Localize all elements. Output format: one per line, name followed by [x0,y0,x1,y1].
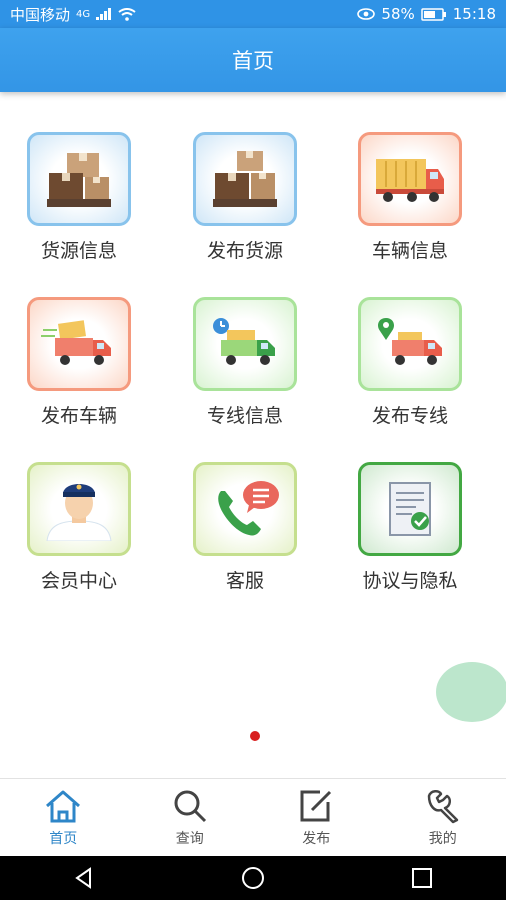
tile-publish-vehicle[interactable]: 发布车辆 [19,297,139,428]
tab-label: 我的 [428,831,457,847]
search-icon [174,790,206,823]
tile-label: 专线信息 [206,405,283,427]
tile-publish-cargo[interactable]: 发布货源 [185,132,305,263]
carrier-label: 中国移动 [10,5,71,24]
recents-icon[interactable] [410,866,434,890]
tile-customer-service[interactable]: 客服 [185,462,305,593]
network-label: 4G [76,8,91,20]
location-truck-icon [358,297,462,391]
tile-publish-route[interactable]: 发布专线 [350,297,470,428]
tab-label: 首页 [49,831,78,847]
tile-label: 协议与隐私 [362,570,458,592]
tab-search[interactable]: 查询 [127,779,254,857]
tile-label: 发布专线 [371,405,448,427]
cargo-boxes-icon [193,132,297,226]
tile-vehicle-info[interactable]: 车辆信息 [350,132,470,263]
eye-icon [357,8,376,20]
battery-percent: 58% [381,5,415,23]
tab-mine[interactable]: 我的 [380,779,506,857]
phone-chat-icon [193,462,297,556]
floating-action-button[interactable] [436,662,506,722]
back-icon[interactable] [72,866,96,890]
tab-home[interactable]: 首页 [0,779,127,857]
cargo-boxes-icon [27,132,131,226]
tile-label: 车辆信息 [371,240,448,262]
tile-agreement-privacy[interactable]: 协议与隐私 [350,462,470,593]
page-title: 首页 [232,49,274,73]
delivery-truck-icon [27,297,131,391]
tab-publish[interactable]: 发布 [253,779,380,857]
tile-label: 发布货源 [206,240,283,262]
wrench-icon [427,790,458,824]
tile-member-center[interactable]: 会员中心 [19,462,139,593]
system-nav-bar [0,856,506,900]
member-avatar-icon [27,462,131,556]
bottom-tab-bar: 首页 查询 发布 我的 [0,778,506,857]
battery-icon [421,7,446,21]
tile-route-info[interactable]: 专线信息 [185,297,305,428]
tile-label: 客服 [225,570,264,592]
tile-label: 货源信息 [40,240,117,262]
home-circle-icon[interactable] [240,865,266,891]
tab-label: 发布 [302,831,331,847]
tab-label: 查询 [175,831,204,847]
tile-cargo-info[interactable]: 货源信息 [19,132,139,263]
tile-label: 会员中心 [40,570,117,592]
page-indicator-dot [250,731,260,741]
home-icon [46,790,81,823]
timed-truck-icon [193,297,297,391]
tile-label: 发布车辆 [40,405,117,427]
status-bar: 中国移动 4G 58% 15:18 [0,0,506,28]
document-check-icon [358,462,462,556]
wifi-icon [118,7,136,21]
cargo-truck-icon [358,132,462,226]
edit-icon [300,790,332,822]
signal-icon [96,8,112,20]
title-bar: 首页 [0,28,506,92]
clock: 15:18 [452,5,496,23]
